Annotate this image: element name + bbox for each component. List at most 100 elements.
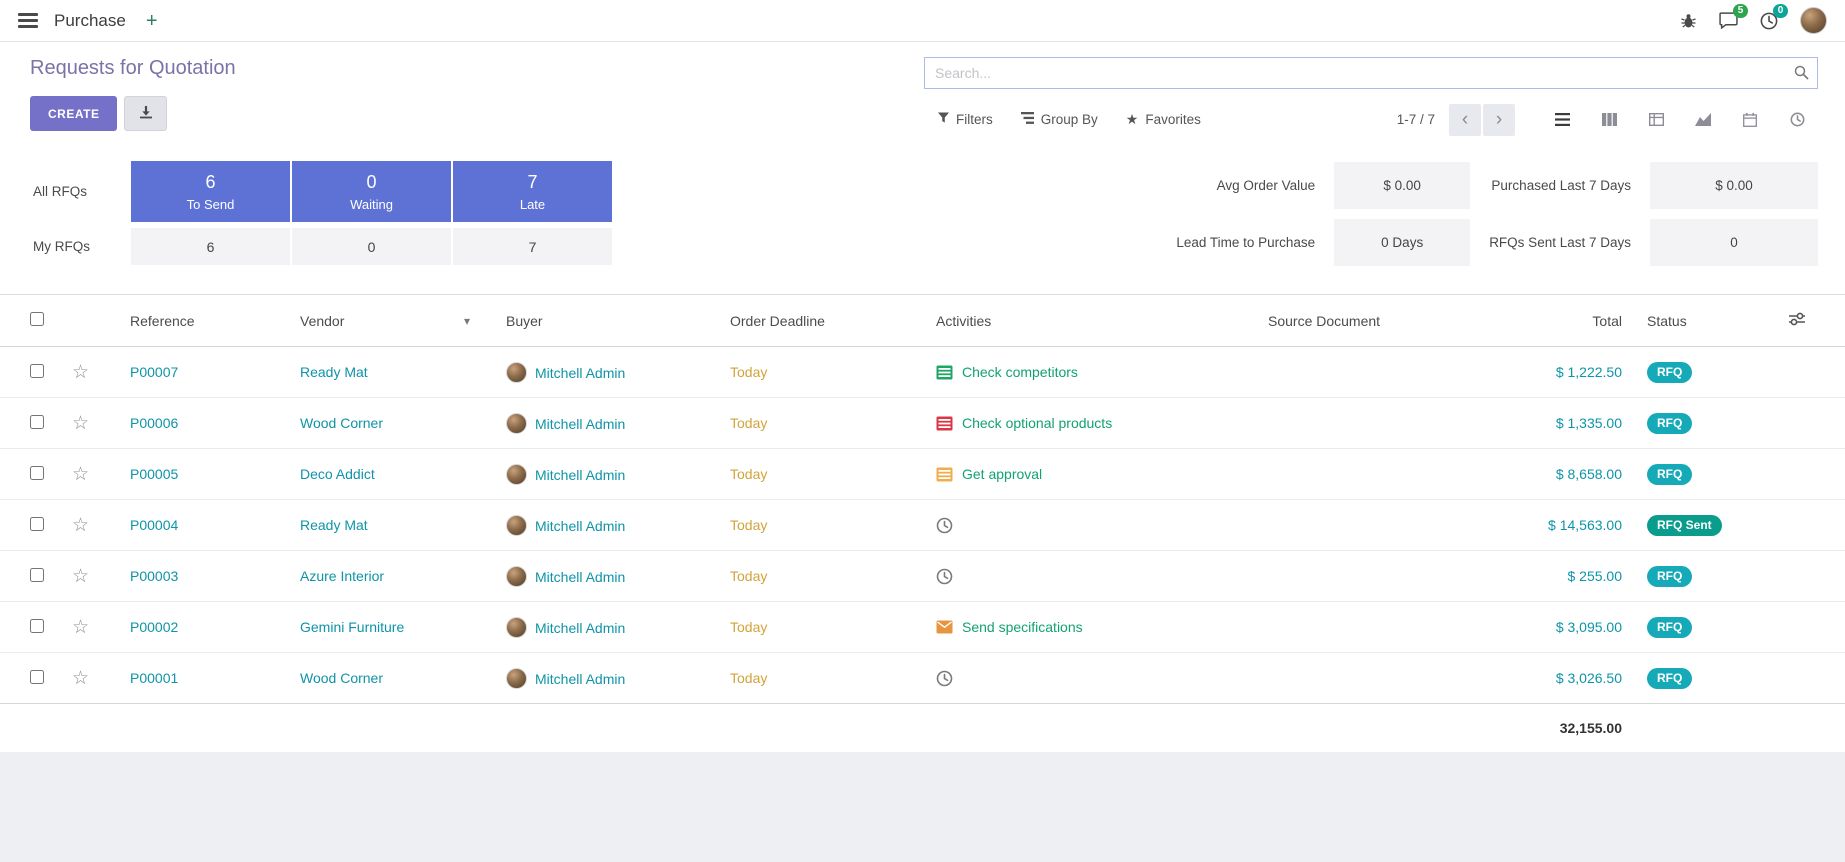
pager-next-button[interactable]: › [1483, 104, 1515, 136]
apps-menu-icon[interactable] [18, 13, 38, 28]
header-status[interactable]: Status [1639, 295, 1749, 347]
row-checkbox[interactable] [30, 670, 44, 684]
source-document-cell [1260, 602, 1445, 653]
order-deadline: Today [730, 415, 767, 431]
activity-label[interactable]: Check competitors [962, 364, 1078, 380]
buyer-link[interactable]: Mitchell Admin [535, 518, 625, 534]
vendor-link[interactable]: Ready Mat [300, 517, 368, 533]
vendor-link[interactable]: Deco Addict [300, 466, 375, 482]
new-tab-button[interactable]: + [146, 11, 158, 31]
clock-activity-icon[interactable] [936, 568, 953, 585]
table-row[interactable]: ☆ P00007 Ready Mat Mitchell Admin Today … [0, 347, 1845, 398]
favorite-star-icon[interactable]: ☆ [72, 566, 89, 587]
activities-clock-icon[interactable]: 0 [1760, 12, 1778, 30]
list-view-button[interactable] [1541, 104, 1583, 136]
order-deadline: Today [730, 517, 767, 533]
reference-link[interactable]: P00005 [130, 466, 178, 482]
favorite-star-icon[interactable]: ☆ [72, 413, 89, 434]
activity-label[interactable]: Send specifications [962, 619, 1083, 635]
buyer-link[interactable]: Mitchell Admin [535, 416, 625, 432]
my-kpi-to-send[interactable]: 6 [131, 228, 290, 265]
buyer-link[interactable]: Mitchell Admin [535, 365, 625, 381]
table-row[interactable]: ☆ P00001 Wood Corner Mitchell Admin Toda… [0, 653, 1845, 704]
my-kpi-waiting[interactable]: 0 [292, 228, 451, 265]
table-row[interactable]: ☆ P00003 Azure Interior Mitchell Admin T… [0, 551, 1845, 602]
table-row[interactable]: ☆ P00002 Gemini Furniture Mitchell Admin… [0, 602, 1845, 653]
buyer-link[interactable]: Mitchell Admin [535, 467, 625, 483]
header-total[interactable]: Total [1445, 295, 1639, 347]
reference-link[interactable]: P00001 [130, 670, 178, 686]
kpi-waiting[interactable]: 0Waiting [292, 161, 451, 222]
favorite-star-icon[interactable]: ☆ [72, 515, 89, 536]
header-reference[interactable]: Reference [122, 295, 292, 347]
row-checkbox[interactable] [30, 415, 44, 429]
group-by-icon [1021, 112, 1034, 127]
header-activities[interactable]: Activities [928, 295, 1260, 347]
pager-range: 1-7 / 7 [1397, 112, 1435, 127]
buyer-link[interactable]: Mitchell Admin [535, 671, 625, 687]
messages-icon[interactable]: 5 [1719, 12, 1738, 29]
graph-view-button[interactable] [1682, 104, 1724, 136]
filters-button[interactable]: Filters [938, 111, 993, 128]
kpi-to-send[interactable]: 6To Send [131, 161, 290, 222]
activity-view-button[interactable] [1776, 104, 1818, 136]
clock-activity-icon[interactable] [936, 670, 953, 687]
reference-link[interactable]: P00006 [130, 415, 178, 431]
kanban-view-button[interactable] [1588, 104, 1630, 136]
reference-link[interactable]: P00004 [130, 517, 178, 533]
user-avatar[interactable] [1800, 7, 1827, 34]
row-checkbox[interactable] [30, 517, 44, 531]
favorite-star-icon[interactable]: ☆ [72, 668, 89, 689]
search-input[interactable] [924, 57, 1818, 89]
stat-label-purchased-last-7-days: Purchased Last 7 Days [1489, 178, 1631, 193]
reference-link[interactable]: P00002 [130, 619, 178, 635]
vendor-link[interactable]: Azure Interior [300, 568, 384, 584]
group-by-button[interactable]: Group By [1021, 111, 1098, 128]
row-checkbox[interactable] [30, 466, 44, 480]
favorite-star-icon[interactable]: ☆ [72, 362, 89, 383]
funnel-icon [938, 112, 949, 127]
pager-previous-button[interactable]: ‹ [1449, 104, 1481, 136]
vendor-link[interactable]: Ready Mat [300, 364, 368, 380]
list-activity-icon[interactable] [936, 467, 953, 482]
list-activity-icon[interactable] [936, 365, 953, 380]
calendar-view-button[interactable] [1729, 104, 1771, 136]
reference-link[interactable]: P00003 [130, 568, 178, 584]
vendor-link[interactable]: Wood Corner [300, 415, 383, 431]
table-row[interactable]: ☆ P00006 Wood Corner Mitchell Admin Toda… [0, 398, 1845, 449]
table-row[interactable]: ☆ P00005 Deco Addict Mitchell Admin Toda… [0, 449, 1845, 500]
my-kpi-late[interactable]: 7 [453, 228, 612, 265]
messages-badge: 5 [1733, 4, 1748, 18]
buyer-link[interactable]: Mitchell Admin [535, 569, 625, 585]
kpi-late[interactable]: 7Late [453, 161, 612, 222]
debug-bug-icon[interactable] [1680, 13, 1697, 29]
create-button[interactable]: CREATE [30, 96, 117, 131]
list-activity-icon[interactable] [936, 416, 953, 431]
buyer-avatar [506, 362, 527, 383]
table-row[interactable]: ☆ P00004 Ready Mat Mitchell Admin Today … [0, 500, 1845, 551]
app-name[interactable]: Purchase [54, 11, 126, 31]
activity-label[interactable]: Check optional products [962, 415, 1112, 431]
row-checkbox[interactable] [30, 619, 44, 633]
export-button[interactable] [124, 96, 167, 131]
vendor-link[interactable]: Gemini Furniture [300, 619, 404, 635]
activity-label[interactable]: Get approval [962, 466, 1042, 482]
stat-value-rfqs-sent-last-7-days: 0 [1650, 219, 1818, 266]
favorite-star-icon[interactable]: ☆ [72, 617, 89, 638]
row-checkbox[interactable] [30, 568, 44, 582]
envelope-activity-icon[interactable] [936, 620, 953, 634]
header-vendor[interactable]: Vendor▾ [292, 295, 498, 347]
header-buyer[interactable]: Buyer [498, 295, 722, 347]
column-options-icon[interactable] [1789, 313, 1805, 329]
header-source-document[interactable]: Source Document [1260, 295, 1445, 347]
favorite-star-icon[interactable]: ☆ [72, 464, 89, 485]
vendor-link[interactable]: Wood Corner [300, 670, 383, 686]
reference-link[interactable]: P00007 [130, 364, 178, 380]
buyer-link[interactable]: Mitchell Admin [535, 620, 625, 636]
header-order-deadline[interactable]: Order Deadline [722, 295, 928, 347]
select-all-checkbox[interactable] [30, 312, 44, 326]
row-checkbox[interactable] [30, 364, 44, 378]
pivot-view-button[interactable] [1635, 104, 1677, 136]
clock-activity-icon[interactable] [936, 517, 953, 534]
favorites-button[interactable]: ★ Favorites [1126, 111, 1201, 128]
